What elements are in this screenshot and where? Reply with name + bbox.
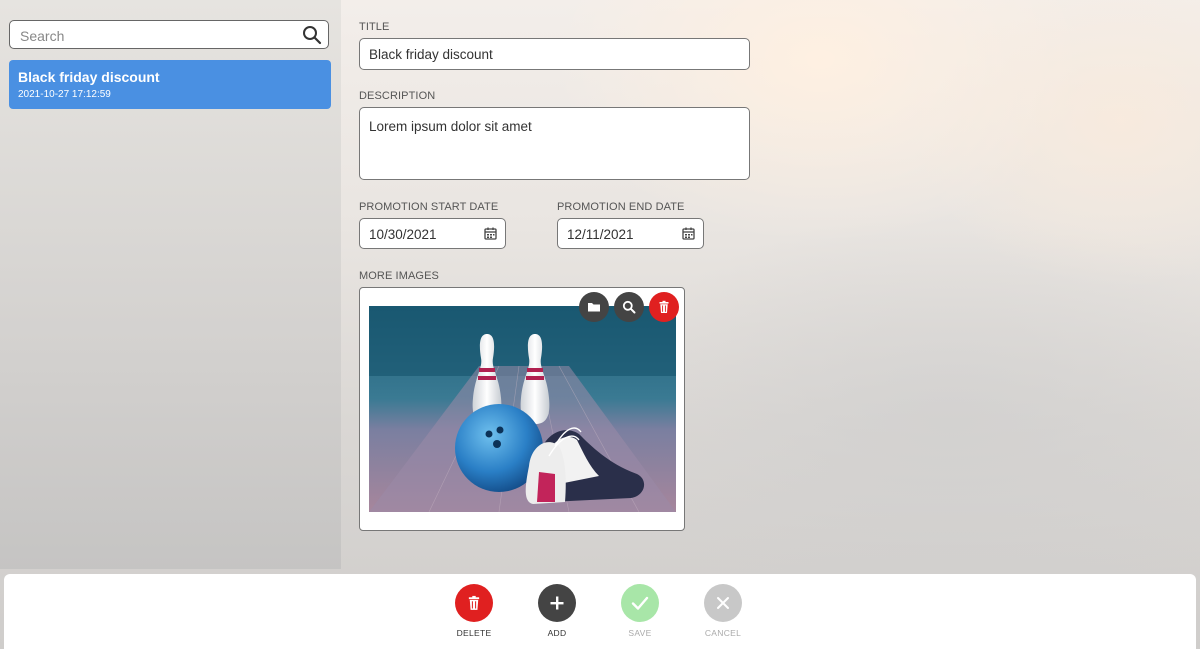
list-item[interactable]: Black friday discount 2021-10-27 17:12:5… xyxy=(9,60,331,109)
start-date-field[interactable]: 10/30/2021 xyxy=(359,218,506,249)
view-image-button[interactable] xyxy=(614,292,644,322)
delete-label: DELETE xyxy=(456,628,492,638)
calendar-icon[interactable] xyxy=(484,227,497,240)
promotion-image xyxy=(369,306,676,512)
title-field[interactable]: Black friday discount xyxy=(359,38,750,70)
folder-icon xyxy=(588,303,600,312)
save-label: SAVE xyxy=(628,628,652,638)
plus-icon xyxy=(550,596,564,610)
start-date-label: PROMOTION START DATE xyxy=(359,201,499,213)
image-card xyxy=(359,287,685,531)
delete-button-circle[interactable] xyxy=(455,584,493,622)
add-button[interactable]: ADD xyxy=(527,584,587,638)
description-value: Lorem ipsum dolor sit amet xyxy=(369,119,532,134)
cancel-label: CANCEL xyxy=(704,628,742,638)
list-item-date: 2021-10-27 17:12:59 xyxy=(18,89,111,100)
action-bar: DELETE ADD SAVE CANCEL xyxy=(4,574,1196,649)
title-value: Black friday discount xyxy=(369,47,493,62)
trash-icon xyxy=(659,300,669,313)
save-button-circle[interactable] xyxy=(621,584,659,622)
end-date-value: 12/11/2021 xyxy=(567,227,634,242)
title-label: TITLE xyxy=(359,21,390,33)
calendar-icon[interactable] xyxy=(682,227,695,240)
search-icon xyxy=(622,300,636,314)
cancel-button[interactable]: CANCEL xyxy=(693,584,753,638)
end-date-field[interactable]: 12/11/2021 xyxy=(557,218,704,249)
delete-button[interactable]: DELETE xyxy=(444,584,504,638)
check-icon xyxy=(631,596,649,610)
delete-image-button[interactable] xyxy=(649,292,679,322)
close-icon xyxy=(717,597,729,609)
description-field[interactable]: Lorem ipsum dolor sit amet xyxy=(359,107,750,180)
trash-icon xyxy=(468,595,480,610)
cancel-button-circle[interactable] xyxy=(704,584,742,622)
sidebar: Black friday discount 2021-10-27 17:12:5… xyxy=(0,0,341,569)
browse-image-button[interactable] xyxy=(579,292,609,322)
search-box[interactable] xyxy=(9,20,329,49)
add-button-circle[interactable] xyxy=(538,584,576,622)
list-item-title: Black friday discount xyxy=(18,69,160,85)
more-images-label: MORE IMAGES xyxy=(359,270,439,282)
search-input[interactable] xyxy=(18,26,302,46)
search-icon[interactable] xyxy=(302,25,322,45)
description-label: DESCRIPTION xyxy=(359,90,436,102)
start-date-value: 10/30/2021 xyxy=(369,227,437,242)
add-label: ADD xyxy=(547,628,567,638)
end-date-label: PROMOTION END DATE xyxy=(557,201,685,213)
save-button[interactable]: SAVE xyxy=(610,584,670,638)
